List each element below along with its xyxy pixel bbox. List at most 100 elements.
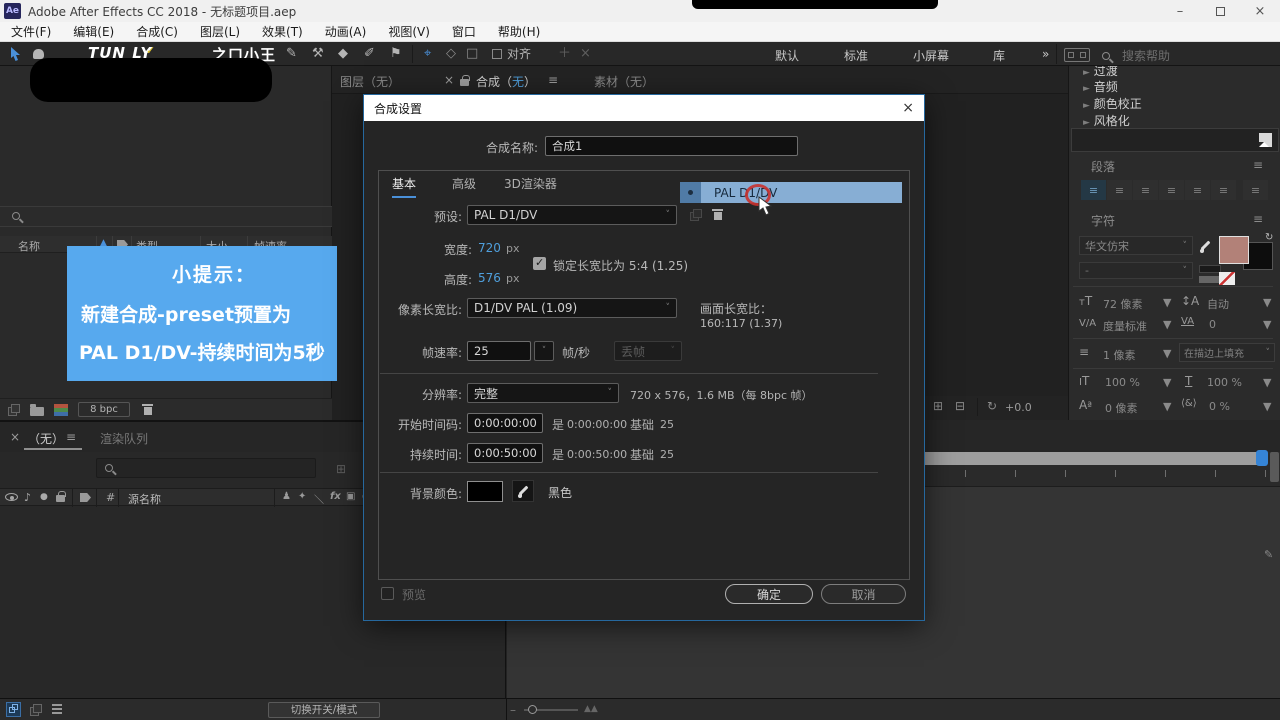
stamp-tool-icon[interactable]: ⚒ (312, 46, 324, 62)
panel-menu-icon[interactable]: ≡ (1253, 158, 1263, 172)
shy-icon[interactable]: ♟ (282, 491, 291, 502)
justify-last-right-button[interactable]: ≡ (1211, 180, 1236, 200)
graph-editor-icon[interactable]: ⊞ (336, 462, 346, 476)
delete-preset-icon[interactable] (712, 208, 723, 220)
chevron-down-icon[interactable]: ▼ (1163, 400, 1171, 413)
effects-item[interactable]: ► 音频 (1083, 78, 1118, 95)
menu-effect[interactable]: 效果(T) (251, 23, 314, 40)
panel-menu-icon[interactable]: ≡ (66, 430, 76, 444)
fill-color-swatch[interactable] (1219, 236, 1249, 264)
tab-layer[interactable]: 图层（无） (340, 73, 400, 90)
menu-edit[interactable]: 编辑(E) (62, 23, 125, 40)
eyedropper-icon[interactable] (1199, 240, 1213, 254)
menu-file[interactable]: 文件(F) (0, 23, 62, 40)
chevron-down-icon[interactable]: ▼ (1163, 376, 1171, 389)
chevron-down-icon[interactable]: ▼ (1263, 400, 1271, 413)
frame-rate-input[interactable]: 25 (467, 341, 531, 361)
brainstorm-icon[interactable] (52, 704, 62, 706)
menu-view[interactable]: 视图(V) (377, 23, 441, 40)
justify-last-left-button[interactable]: ≡ (1159, 180, 1184, 200)
project-settings-icon[interactable] (54, 404, 68, 416)
snap-checkbox[interactable] (492, 49, 502, 59)
hand-tool-icon[interactable] (33, 49, 44, 59)
workspace-standard[interactable]: 标准 (844, 47, 868, 64)
stroke-width-swatch2[interactable] (1199, 276, 1221, 283)
menu-window[interactable]: 窗口 (441, 23, 487, 40)
zoom-out-icon[interactable]: – (510, 703, 516, 717)
chevron-down-icon[interactable]: ▼ (1163, 296, 1171, 309)
menu-layer[interactable]: 图层(L) (189, 23, 251, 40)
preset-select[interactable]: PAL D1/DV ˅ (467, 205, 677, 225)
brush-tool-icon[interactable]: ✐ (364, 46, 375, 62)
selection-tool-icon[interactable] (9, 46, 22, 62)
menu-animation[interactable]: 动画(A) (314, 23, 378, 40)
effects-item[interactable]: ► 风格化 (1083, 112, 1130, 129)
adjustment-layer-icon[interactable]: ▣ (346, 491, 355, 502)
trash-icon[interactable] (142, 403, 153, 415)
tab-advanced[interactable]: 高级 (452, 175, 476, 192)
align-right-button[interactable]: ≡ (1133, 180, 1158, 200)
axis-mode-local-icon[interactable]: ⌖ (424, 46, 431, 62)
tracking-value[interactable]: 0 (1209, 318, 1216, 331)
preset-dropdown-item[interactable]: PAL D1/DV (680, 182, 902, 203)
font-family-select[interactable]: 华文仿宋 ˅ (1079, 236, 1193, 255)
fx-icon[interactable]: fx (330, 491, 341, 502)
pen-tool-icon[interactable]: ✎ (286, 46, 297, 62)
motion-blur-icon[interactable]: ＼ (314, 491, 324, 506)
new-folder-icon[interactable] (30, 404, 44, 416)
tab-basic[interactable]: 基本 (392, 175, 417, 198)
eye-icon[interactable] (5, 493, 18, 501)
horizontal-scale-value[interactable]: 100 % (1207, 376, 1242, 389)
lock-icon[interactable] (56, 491, 66, 502)
workspace-overflow-chevron[interactable]: » (1042, 47, 1049, 61)
close-button[interactable]: × (1240, 4, 1280, 19)
column-name[interactable]: 名称 (18, 238, 40, 254)
tab-3d-renderer[interactable]: 3D渲染器 (504, 175, 557, 192)
swap-colors-icon[interactable]: ↻ (1265, 232, 1273, 243)
vertical-scale-value[interactable]: 100 % (1105, 376, 1140, 389)
tag-icon[interactable] (80, 493, 91, 502)
bg-color-swatch[interactable] (467, 481, 503, 502)
minimize-button[interactable]: – (1160, 4, 1200, 19)
bg-eyedropper-button[interactable] (512, 480, 534, 502)
workspace-default[interactable]: 默认 (775, 47, 799, 64)
tab-render-queue[interactable]: 渲染队列 (100, 430, 148, 447)
stroke-width-swatch[interactable] (1199, 265, 1221, 273)
no-fill-swatch[interactable] (1219, 272, 1235, 285)
zoom-in-icon[interactable]: ▲▲ (584, 704, 598, 714)
column-index[interactable]: # (106, 491, 115, 504)
axis-mode-world-icon[interactable]: ◇ (446, 46, 456, 62)
width-value[interactable]: 720 (478, 241, 501, 255)
effects-item[interactable]: ► 颜色校正 (1083, 95, 1142, 112)
tsume-value[interactable]: 0 % (1209, 400, 1230, 413)
duration-input[interactable]: 0:00:50:00 (467, 443, 543, 463)
help-search-input[interactable]: 搜索帮助 (1122, 47, 1170, 64)
stroke-style-select[interactable]: 在描边上填充 ˅ (1179, 343, 1275, 362)
align-left-button[interactable]: ≡ (1081, 180, 1106, 200)
workspace-small-screen[interactable]: 小屏幕 (913, 47, 949, 64)
comp-name-input[interactable]: 合成1 (545, 136, 798, 156)
resolution-select[interactable]: 完整 ˅ (467, 383, 619, 403)
chevron-down-icon[interactable]: ▼ (1263, 376, 1271, 389)
font-size-value[interactable]: 72 像素 (1103, 296, 1143, 312)
vertical-scrollbar[interactable] (1270, 452, 1279, 482)
lock-icon[interactable] (460, 75, 470, 86)
tab-close-icon[interactable]: × (10, 430, 20, 444)
chevron-down-icon[interactable]: ▼ (1163, 347, 1171, 360)
scrollbar-end-cap[interactable] (1256, 450, 1268, 466)
interpret-footage-icon[interactable] (8, 404, 20, 416)
workspace-bar-icon[interactable] (1064, 48, 1090, 62)
tab-composition[interactable]: 合成（无） (476, 73, 536, 90)
dialog-close-icon[interactable]: × (902, 100, 914, 116)
dialog-title-bar[interactable]: 合成设置 × (364, 95, 924, 121)
workspace-library[interactable]: 库 (993, 47, 1005, 64)
baseline-shift-value[interactable]: 0 像素 (1105, 400, 1138, 416)
chevron-down-icon[interactable]: ▼ (1263, 318, 1271, 331)
font-style-select[interactable]: - ˅ (1079, 262, 1193, 279)
ok-button[interactable]: 确定 (725, 584, 813, 604)
solo-icon[interactable]: ● (40, 492, 48, 502)
menu-help[interactable]: 帮助(H) (487, 23, 551, 40)
kerning-value[interactable]: 度量标准 (1103, 318, 1147, 334)
rotation-value[interactable]: +0.0 (1005, 401, 1032, 414)
height-value[interactable]: 576 (478, 271, 501, 285)
